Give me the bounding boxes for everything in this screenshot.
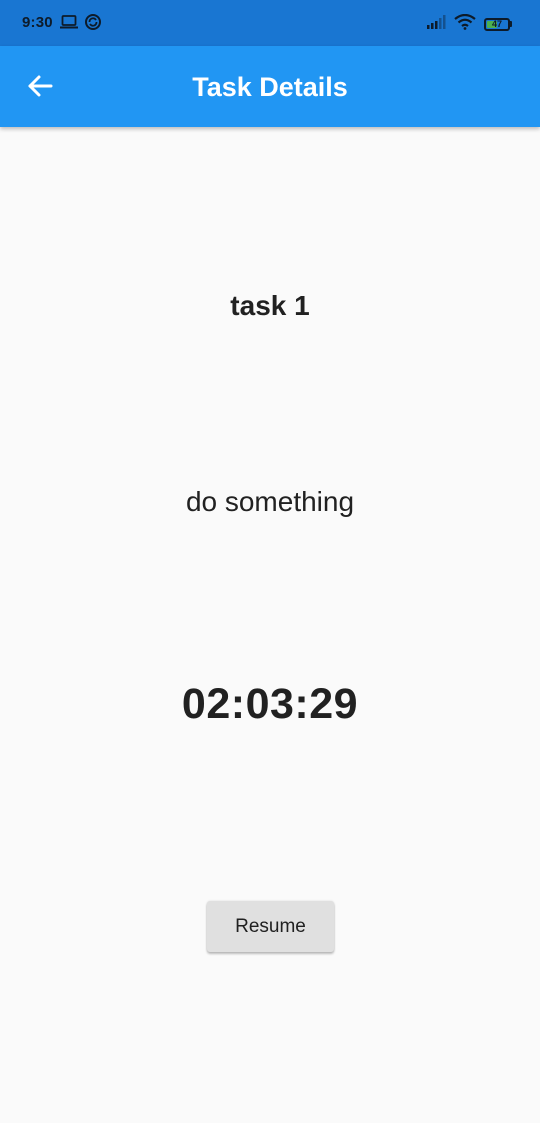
resume-button[interactable]: Resume [207, 901, 334, 952]
battery-icon: 47 [484, 17, 512, 31]
battery-level: 47 [491, 18, 502, 29]
page-title: Task Details [192, 72, 348, 102]
battery-nub [510, 21, 512, 27]
status-notification-icons [60, 13, 102, 36]
task-title: task 1 [230, 290, 310, 321]
task-timer: 02:03:29 [181, 680, 359, 728]
status-bar: 9:30 47 [0, 0, 540, 46]
laptop-icon [60, 14, 78, 34]
task-description: do something [185, 486, 355, 517]
status-system-icons: 47 [426, 13, 512, 35]
battery-body: 47 [484, 17, 510, 31]
wifi-icon [454, 13, 476, 35]
signal-icon [426, 14, 446, 34]
sync-icon [84, 13, 102, 36]
status-time: 9:30 [22, 14, 53, 31]
app-bar: Task Details [0, 46, 540, 127]
